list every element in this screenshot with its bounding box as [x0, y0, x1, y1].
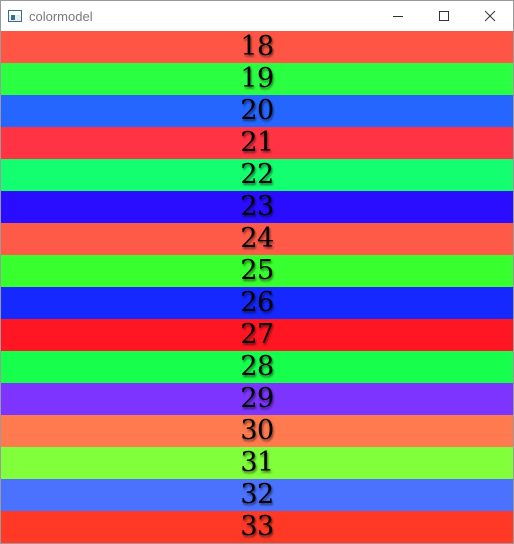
color-band: 18: [1, 31, 513, 63]
color-band-list: 18 19 20 21 22 23 24 25 26 27 28 29 30 3…: [1, 31, 513, 543]
band-label: 19: [240, 63, 274, 94]
app-window: colormodel 18 19 20 21 22 23 24 25 26 27: [0, 0, 514, 544]
app-window-icon: [8, 10, 22, 22]
color-band: 27: [1, 319, 513, 351]
band-label: 26: [240, 287, 274, 318]
color-band: 29: [1, 383, 513, 415]
band-label: 22: [240, 159, 274, 190]
band-label: 21: [240, 127, 274, 158]
color-band: 23: [1, 191, 513, 223]
maximize-icon: [439, 11, 449, 21]
close-button[interactable]: [467, 1, 513, 31]
color-band: 28: [1, 351, 513, 383]
band-label: 23: [240, 191, 274, 222]
color-band: 22: [1, 159, 513, 191]
color-band: 26: [1, 287, 513, 319]
color-band: 30: [1, 415, 513, 447]
color-band: 31: [1, 447, 513, 479]
band-label: 33: [240, 511, 274, 542]
band-label: 18: [240, 31, 274, 62]
band-label: 27: [240, 319, 274, 350]
band-label: 30: [240, 415, 274, 446]
color-band: 25: [1, 255, 513, 287]
title-bar[interactable]: colormodel: [1, 1, 513, 31]
band-label: 32: [240, 479, 274, 510]
color-band: 20: [1, 95, 513, 127]
minimize-button[interactable]: [375, 1, 421, 31]
window-title: colormodel: [29, 8, 93, 24]
band-label: 20: [240, 95, 274, 126]
band-label: 31: [240, 447, 274, 478]
color-band: 24: [1, 223, 513, 255]
close-icon: [484, 10, 496, 22]
color-band: 33: [1, 511, 513, 543]
band-label: 29: [240, 383, 274, 414]
band-label: 24: [240, 223, 274, 254]
color-band: 19: [1, 63, 513, 95]
band-label: 28: [240, 351, 274, 382]
minimize-icon: [393, 16, 403, 17]
color-band: 21: [1, 127, 513, 159]
maximize-button[interactable]: [421, 1, 467, 31]
band-label: 25: [240, 255, 274, 286]
color-band: 32: [1, 479, 513, 511]
